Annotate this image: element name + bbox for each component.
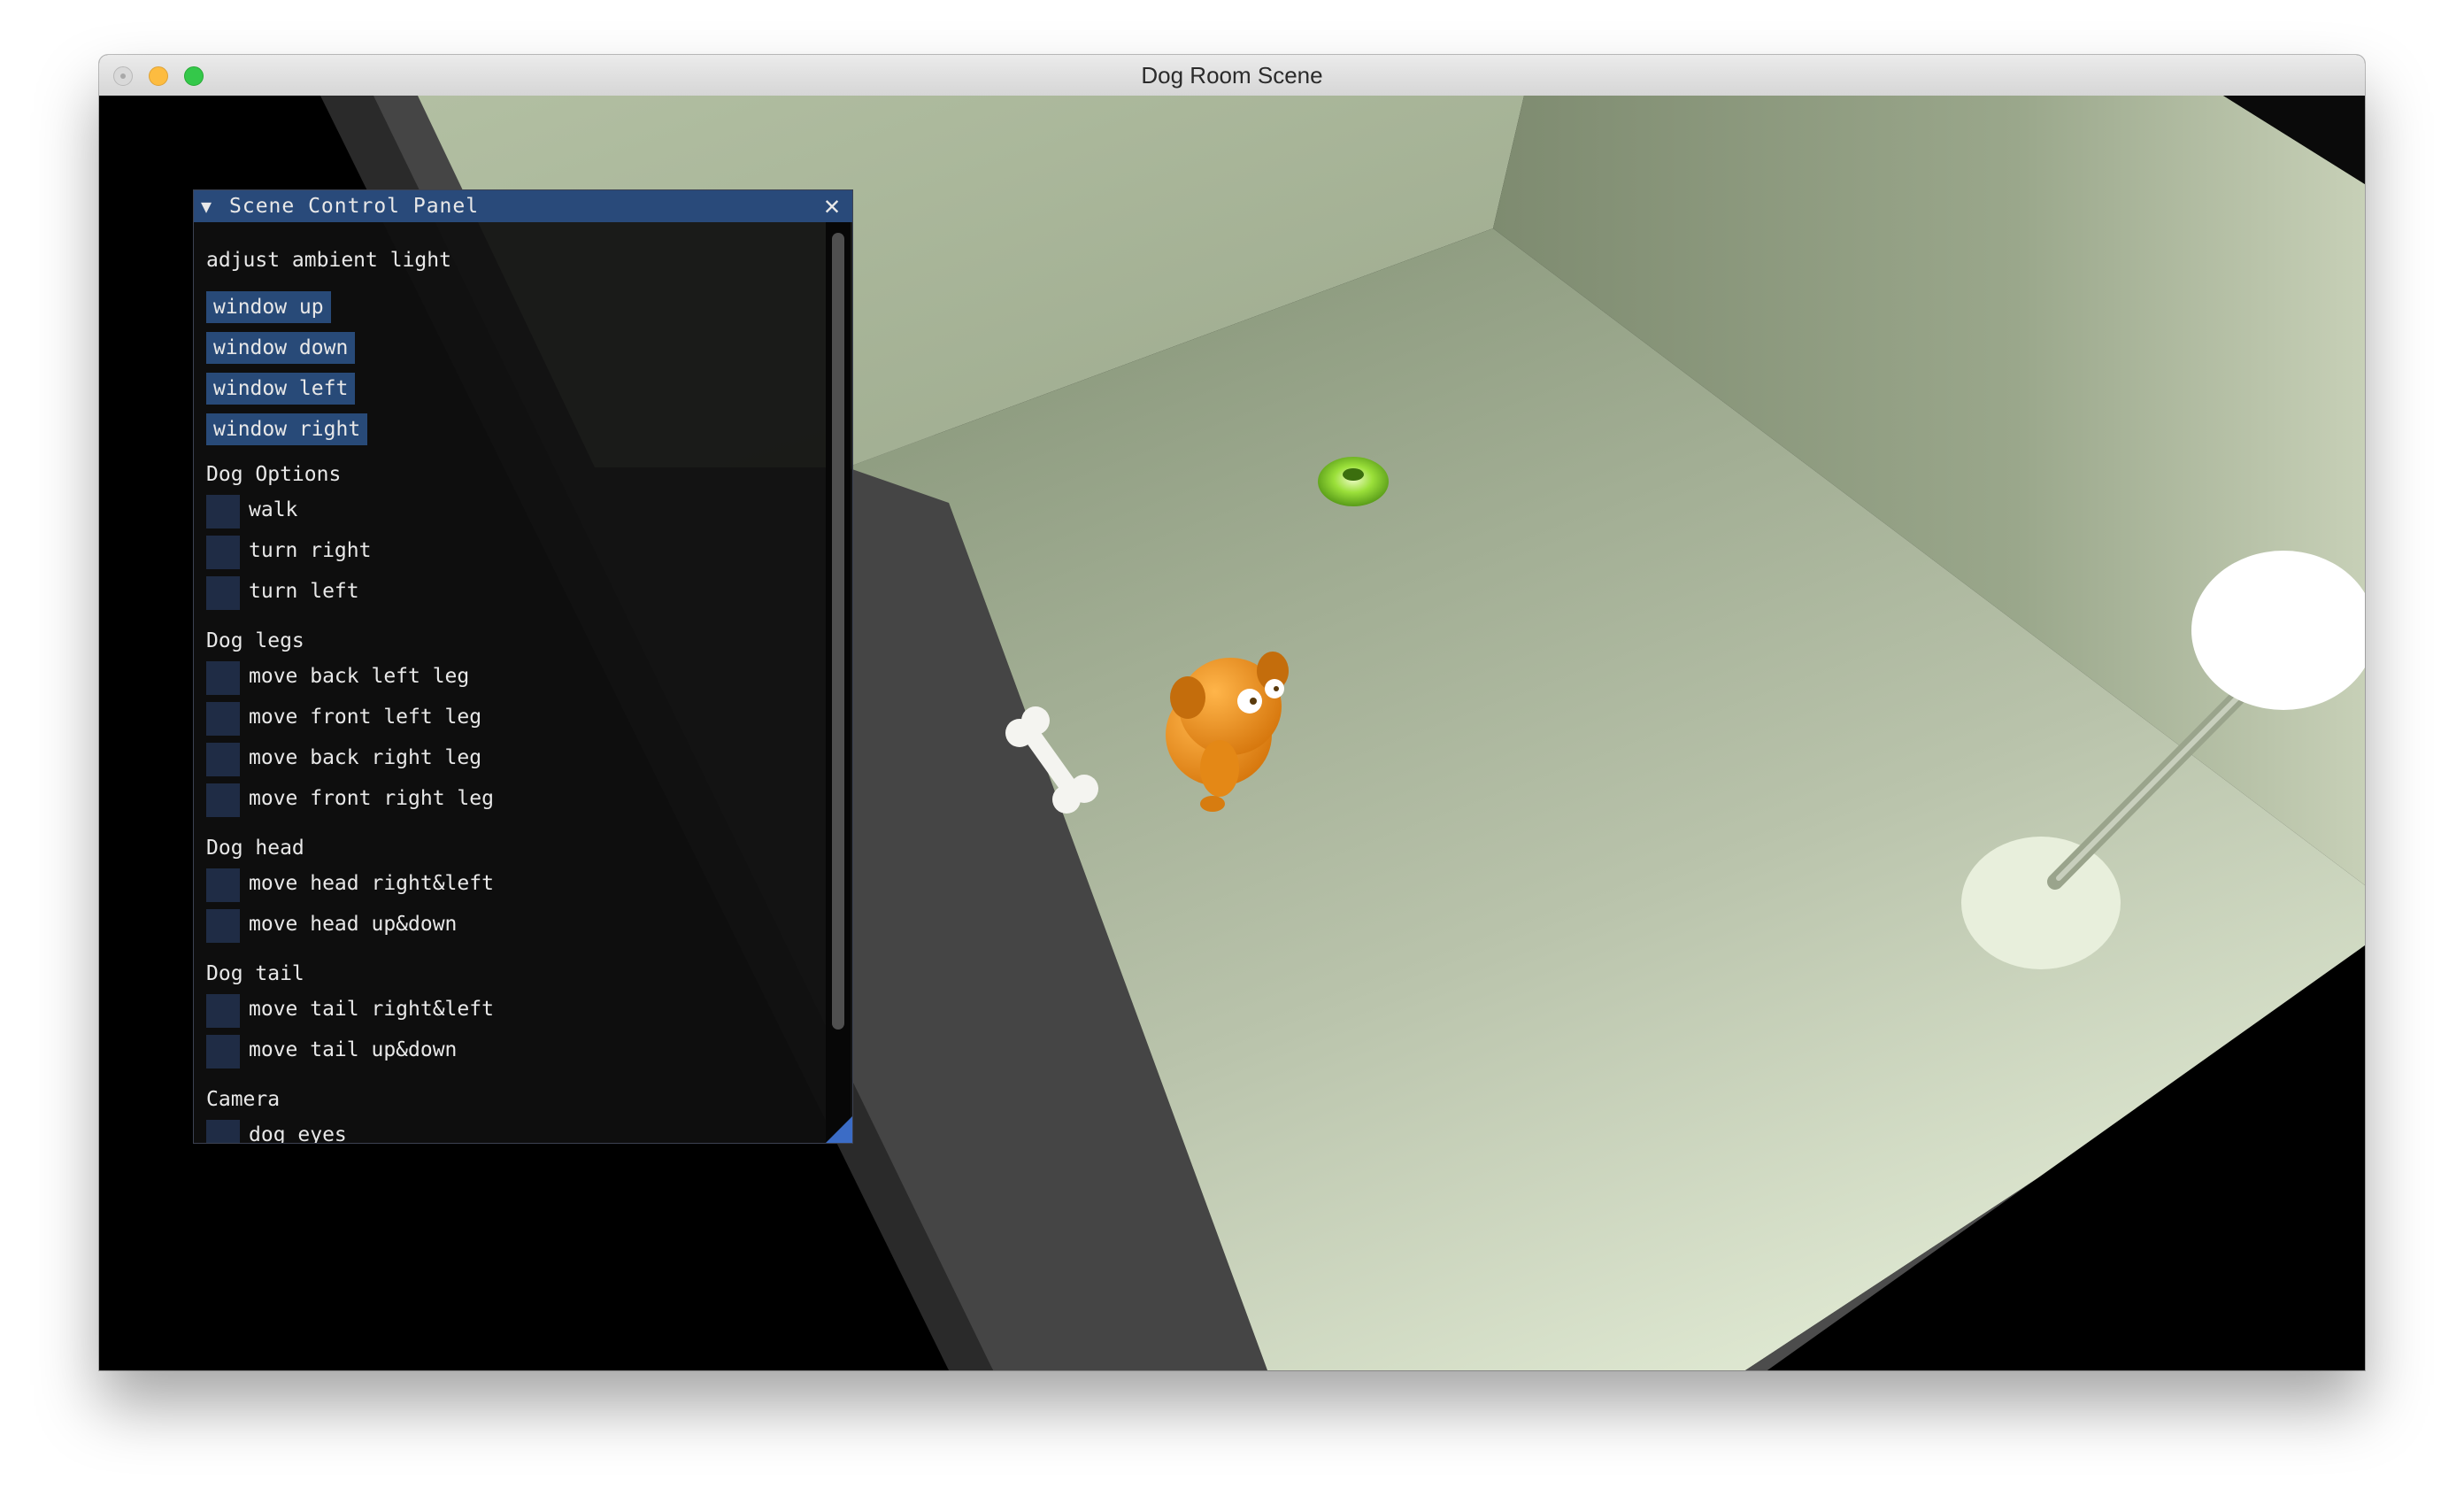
front-right-leg-checkbox[interactable] [206, 783, 240, 817]
dog-head-header: Dog head [206, 837, 304, 860]
dog-options-header: Dog Options [206, 463, 342, 486]
tail-right-left-checkbox[interactable] [206, 994, 240, 1028]
green-dish [1318, 457, 1389, 506]
app-window: Dog Room Scene ▼ Scene Control Panel ✕ a… [99, 55, 2365, 1370]
green-dish-center [1343, 468, 1364, 481]
back-right-leg-label: move back right leg [249, 746, 482, 769]
panel-body: adjust ambient light window up window do… [194, 222, 852, 1143]
back-left-leg-label: move back left leg [249, 665, 470, 688]
window-right-button[interactable]: window right [206, 413, 368, 445]
head-up-down-checkbox[interactable] [206, 909, 240, 943]
panel-title: Scene Control Panel [229, 195, 480, 218]
front-right-leg-label: move front right leg [249, 787, 494, 810]
resize-grip-icon[interactable] [826, 1116, 852, 1143]
tail-up-down-label: move tail up&down [249, 1038, 458, 1061]
scene-control-panel[interactable]: ▼ Scene Control Panel ✕ adjust ambient l… [193, 189, 853, 1144]
dog-legs-header: Dog legs [206, 629, 304, 652]
turn-left-label: turn left [249, 580, 359, 603]
triangle-down-icon[interactable]: ▼ [201, 190, 212, 222]
scene-viewport[interactable]: ▼ Scene Control Panel ✕ adjust ambient l… [99, 96, 2365, 1370]
head-right-left-checkbox[interactable] [206, 868, 240, 902]
front-left-leg-label: move front left leg [249, 706, 482, 729]
walk-label: walk [249, 498, 298, 521]
back-right-leg-checkbox[interactable] [206, 743, 240, 776]
close-icon[interactable]: ✕ [819, 190, 845, 222]
turn-left-checkbox[interactable] [206, 576, 240, 610]
turn-right-checkbox[interactable] [206, 536, 240, 569]
front-left-leg-checkbox[interactable] [206, 702, 240, 736]
turn-right-label: turn right [249, 539, 372, 562]
ambient-light-label: adjust ambient light [206, 249, 451, 272]
panel-titlebar[interactable]: ▼ Scene Control Panel ✕ [194, 190, 852, 222]
window-down-button[interactable]: window down [206, 332, 356, 364]
window-title: Dog Room Scene [1141, 62, 1323, 89]
tail-up-down-checkbox[interactable] [206, 1035, 240, 1068]
window-titlebar[interactable]: Dog Room Scene [99, 55, 2365, 96]
window-left-button[interactable]: window left [206, 373, 356, 405]
dog-eyes-checkbox[interactable] [206, 1120, 240, 1143]
dog-eyes-label: dog eyes [249, 1123, 347, 1144]
panel-scrollbar-thumb[interactable] [832, 233, 844, 1030]
back-left-leg-checkbox[interactable] [206, 661, 240, 695]
head-right-left-label: move head right&left [249, 872, 494, 895]
head-up-down-label: move head up&down [249, 913, 458, 936]
camera-header: Camera [206, 1088, 281, 1111]
tail-right-left-label: move tail right&left [249, 998, 494, 1021]
walk-checkbox[interactable] [206, 495, 240, 528]
window-up-button[interactable]: window up [206, 291, 331, 323]
dog-tail-header: Dog tail [206, 962, 304, 985]
